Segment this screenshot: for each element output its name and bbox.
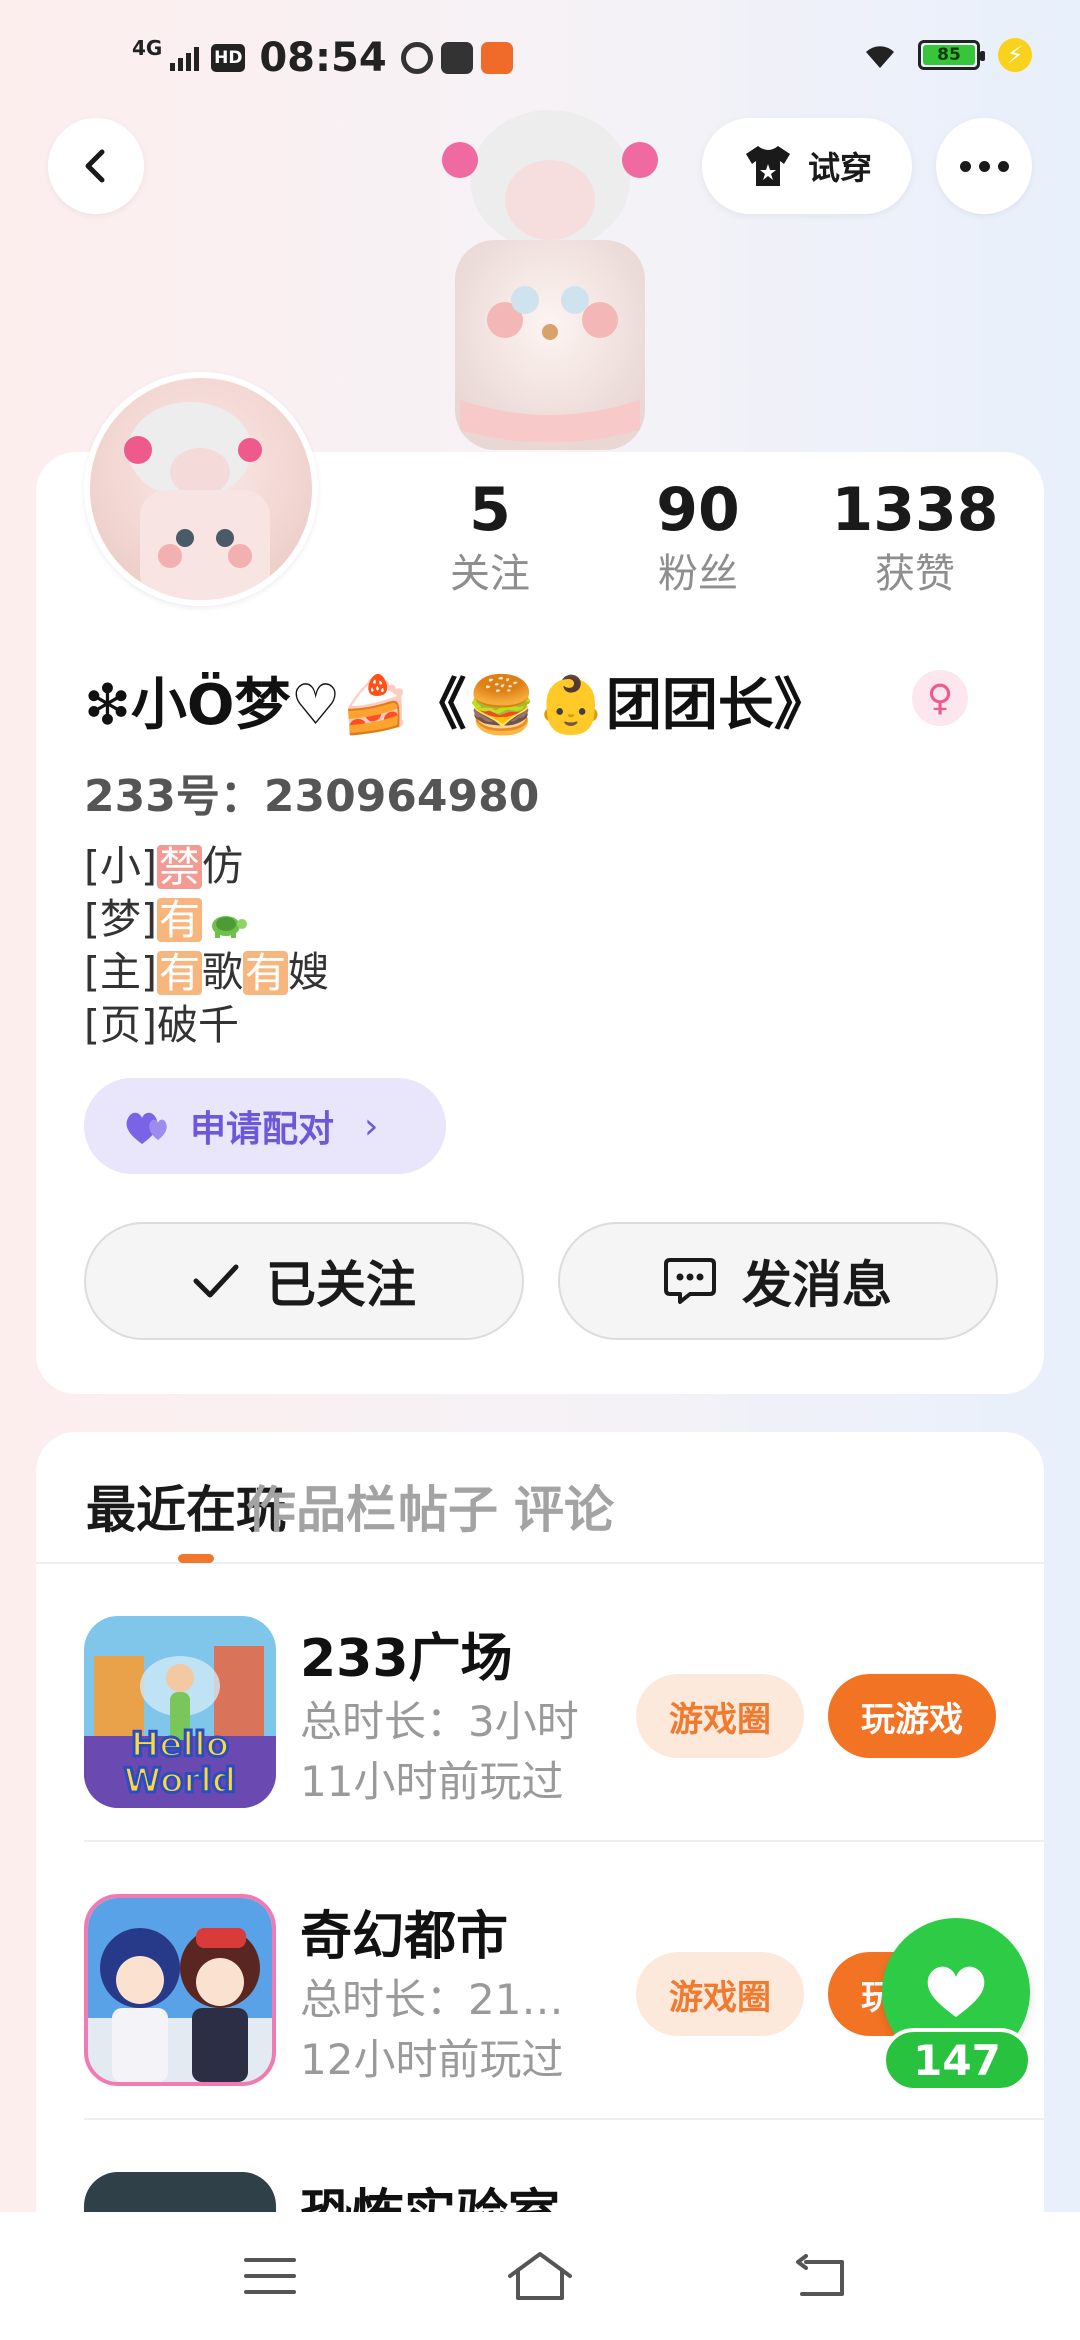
recent-games-card: 最近在玩 作品栏 帖子 评论 Hello World 233广场 总时长：3小时… bbox=[36, 1432, 1044, 2232]
likes-label: 获赞 bbox=[875, 551, 955, 597]
stat-likes[interactable]: 1338 获赞 bbox=[815, 475, 1015, 603]
return-icon bbox=[796, 2254, 844, 2296]
send-message-label: 发消息 bbox=[742, 1256, 892, 1314]
following-label: 关注 bbox=[450, 551, 530, 597]
chevron-right-icon: › bbox=[364, 1105, 379, 1147]
svg-text:World: World bbox=[124, 1761, 236, 1801]
game-total-duration: 总时长：21… bbox=[300, 1975, 564, 2024]
game-row[interactable]: Hello World 233广场 总时长：3小时 11小时前玩过 游戏圈 玩游… bbox=[84, 1564, 1044, 1842]
game-icon-233-plaza[interactable]: Hello World bbox=[84, 1616, 276, 1808]
bio-line: [小] 禁仿 bbox=[84, 842, 243, 891]
play-game-button[interactable]: 玩游戏 bbox=[828, 1674, 996, 1758]
tab-works[interactable]: 作品栏 bbox=[246, 1470, 396, 1542]
clock: 08:54 bbox=[259, 35, 387, 81]
send-message-button[interactable]: 发消息 bbox=[558, 1222, 998, 1340]
charging-icon: ⚡ bbox=[998, 38, 1032, 72]
request-pair-button[interactable]: 申请配对 › bbox=[84, 1078, 446, 1174]
likes-count: 1338 bbox=[831, 475, 999, 545]
request-pair-label: 申请配对 bbox=[190, 1109, 335, 1150]
game-last-played: 12小时前玩过 bbox=[300, 2035, 564, 2084]
back-nav-button[interactable] bbox=[786, 2246, 858, 2306]
game-last-played: 11小时前玩过 bbox=[300, 1757, 564, 1806]
stat-followers[interactable]: 90 粉丝 bbox=[598, 475, 798, 603]
try-on-button[interactable]: 试穿 bbox=[702, 118, 912, 214]
tab-active-indicator bbox=[178, 1554, 214, 1563]
followers-count: 90 bbox=[656, 475, 740, 545]
bio-line: [梦] 有 bbox=[84, 893, 329, 946]
media-notification-icon bbox=[440, 42, 473, 74]
turtle-icon bbox=[212, 915, 247, 938]
hearts-icon bbox=[126, 1112, 167, 1144]
like-count: 147 bbox=[882, 2028, 1032, 2092]
profile-tabs: 最近在玩 作品栏 帖子 评论 bbox=[36, 1432, 1044, 1564]
menu-nav-button[interactable] bbox=[234, 2246, 306, 2306]
avatar[interactable] bbox=[84, 372, 318, 606]
game-circle-button[interactable]: 游戏圈 bbox=[636, 1952, 804, 2036]
bio-line: [页] 破千 bbox=[84, 1001, 239, 1049]
signal-icon bbox=[170, 45, 200, 71]
battery-level: 85 bbox=[923, 45, 975, 65]
chat-bubble-icon bbox=[664, 1258, 716, 1304]
game-circle-button[interactable]: 游戏圈 bbox=[636, 1674, 804, 1758]
bio-line: [主] 有歌有嫂 bbox=[84, 948, 329, 997]
system-nav-bar bbox=[0, 2212, 1080, 2340]
more-options-button[interactable] bbox=[936, 118, 1032, 214]
more-dots-icon bbox=[959, 160, 971, 172]
check-icon bbox=[193, 1264, 239, 1298]
bio: [小] 禁仿 [梦] 有 [主] 有歌有嫂 [页] 破千 bbox=[84, 840, 329, 1052]
game-icon-fantasy-city[interactable] bbox=[84, 1894, 276, 2086]
followers-label: 粉丝 bbox=[658, 551, 738, 597]
app-notification-icon-2 bbox=[480, 42, 513, 74]
user-id[interactable]: 233号：230964980 bbox=[84, 760, 539, 824]
app-notification-icon bbox=[400, 42, 433, 74]
following-count: 5 bbox=[469, 475, 511, 545]
try-on-label: 试穿 bbox=[807, 149, 872, 187]
nickname: ❇小Ö梦♡🍰《🍔👶团团长》 bbox=[84, 672, 830, 738]
followed-button[interactable]: 已关注 bbox=[84, 1222, 524, 1340]
profile-avatar-3d-figure bbox=[400, 100, 700, 460]
svg-text:Hello: Hello bbox=[131, 1725, 229, 1765]
game-total-duration: 总时长：3小时 bbox=[300, 1697, 579, 1746]
tshirt-icon bbox=[745, 146, 790, 186]
stat-following[interactable]: 5 关注 bbox=[390, 475, 590, 603]
chevron-left-icon bbox=[85, 149, 105, 183]
followed-label: 已关注 bbox=[266, 1256, 416, 1314]
hd-icon: HD bbox=[211, 44, 246, 72]
back-button[interactable] bbox=[48, 118, 144, 214]
game-title: 233广场 bbox=[300, 1629, 513, 1689]
status-bar: 4G HD 08:54 85 ⚡ bbox=[0, 0, 1080, 110]
wifi-icon bbox=[860, 40, 900, 70]
game-title: 奇幻都市 bbox=[300, 1907, 509, 1967]
tab-comments[interactable]: 评论 bbox=[514, 1470, 614, 1542]
home-nav-button[interactable] bbox=[504, 2246, 576, 2306]
tab-posts[interactable]: 帖子 bbox=[398, 1470, 498, 1542]
heart-icon bbox=[927, 1966, 985, 2017]
battery-icon: 85 bbox=[918, 40, 985, 70]
home-icon bbox=[508, 2252, 572, 2300]
female-gender-icon: ♀ bbox=[912, 670, 968, 726]
network-type: 4G bbox=[132, 36, 163, 60]
menu-icon bbox=[244, 2258, 296, 2294]
